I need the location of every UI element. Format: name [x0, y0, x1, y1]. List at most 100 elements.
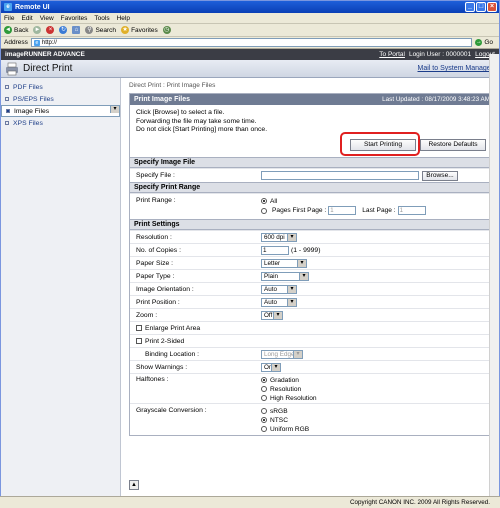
menu-tools[interactable]: Tools: [94, 15, 109, 22]
binding-row: Binding Location : Long Edge: [130, 347, 494, 360]
grayscale-ntsc-radio[interactable]: [261, 417, 267, 424]
menu-favorites[interactable]: Favorites: [61, 15, 88, 22]
breadcrumb-current: Print Image Files: [166, 82, 216, 89]
resolution-select[interactable]: 600 dpi: [261, 232, 297, 242]
bullet-icon: [5, 121, 9, 125]
minimize-button[interactable]: _: [465, 2, 475, 12]
zoom-row: Zoom : Off: [130, 308, 494, 321]
section-specify-file: Specify Image File: [130, 157, 494, 168]
halftone-high-resolution-radio[interactable]: [261, 395, 267, 402]
back-to-top-button[interactable]: ▲: [129, 480, 139, 490]
print-range-row: Print Range : All Pages First Page : 1 L…: [130, 193, 494, 219]
menu-view[interactable]: View: [40, 15, 54, 22]
forward-button[interactable]: ►: [33, 26, 42, 34]
copyright: Copyright CANON INC. 2009 All Rights Res…: [350, 499, 490, 506]
grayscale-uniform-rgb-radio[interactable]: [261, 426, 267, 433]
panel-title: Print Image Files: [134, 96, 191, 103]
info-line: Forwarding the file may take some time.: [136, 117, 257, 125]
binding-select[interactable]: Long Edge: [261, 349, 303, 359]
paper-size-row: Paper Size : Letter: [130, 256, 494, 269]
refresh-icon[interactable]: ↻: [59, 26, 68, 34]
stop-icon[interactable]: ×: [46, 26, 55, 34]
window-title: Remote UI: [15, 3, 50, 11]
warnings-select[interactable]: On: [261, 362, 281, 372]
last-page-input[interactable]: 1: [397, 206, 426, 215]
page-header: Direct Print Mail to System Manager: [1, 60, 499, 78]
toolbar: ◄ Back ► × ↻ ⌂ ⚲ Search ★ Favorites ◷: [1, 24, 499, 37]
paper-size-select[interactable]: Letter: [261, 258, 307, 268]
position-row: Print Position : Auto: [130, 295, 494, 308]
warnings-row: Show Warnings : On: [130, 360, 494, 373]
position-select[interactable]: Auto: [261, 297, 297, 307]
page-icon: e: [33, 39, 40, 46]
search-button[interactable]: ⚲ Search: [85, 26, 116, 34]
restore-defaults-button[interactable]: Restore Defaults: [420, 139, 486, 151]
enlarge-checkbox[interactable]: [136, 325, 142, 331]
print-range-options: All Pages First Page : 1 Last Page : 1: [261, 197, 426, 215]
halftone-resolution-radio[interactable]: [261, 386, 267, 393]
maximize-button[interactable]: □: [476, 2, 486, 12]
specify-file-label: Specify File :: [136, 172, 175, 179]
sidebar-item-image[interactable]: Image Files: [1, 105, 120, 117]
print-image-panel: Print Image Files Last Updated : 08/17/2…: [129, 93, 495, 436]
menu-help[interactable]: Help: [117, 15, 130, 22]
info-box: Click [Browse] to select a file. Forward…: [130, 105, 494, 157]
breadcrumb-direct-print[interactable]: Direct Print: [129, 82, 161, 89]
close-button[interactable]: ×: [487, 2, 497, 12]
print-range-label: Print Range :: [136, 197, 176, 204]
sidebar-item-pdf[interactable]: PDF Files: [1, 81, 120, 93]
to-portal-link[interactable]: To Portal: [379, 51, 405, 58]
copies-input[interactable]: 1: [261, 245, 289, 255]
browse-button[interactable]: Browse...: [422, 170, 458, 181]
sidebar-item-xps[interactable]: XPS Files: [1, 117, 120, 129]
address-input[interactable]: e http://: [30, 38, 473, 47]
specify-file-row: Specify File : Browse...: [130, 168, 494, 182]
info-line: Do not click [Start Printing] more than …: [136, 126, 268, 133]
go-arrow-icon: →: [475, 39, 483, 46]
menu-edit[interactable]: Edit: [21, 15, 32, 22]
range-all-radio[interactable]: [261, 198, 267, 205]
two-sided-checkbox[interactable]: [136, 338, 142, 344]
search-icon: ⚲: [85, 26, 94, 34]
panel-header: Print Image Files Last Updated : 08/17/2…: [130, 94, 494, 105]
title-bar: e Remote UI _ □ ×: [1, 1, 499, 13]
address-bar: Address e http:// → Go: [1, 37, 499, 49]
halftone-gradation-radio[interactable]: [261, 377, 267, 384]
bullet-icon: [6, 109, 10, 113]
menu-file[interactable]: File: [4, 15, 14, 22]
bullet-icon: [5, 97, 9, 101]
back-button[interactable]: ◄ Back: [4, 26, 28, 34]
mail-link[interactable]: Mail to System Manager: [418, 65, 493, 72]
main-panel: Direct Print : Print Image Files Print I…: [121, 78, 499, 496]
history-icon[interactable]: ◷: [162, 26, 171, 34]
file-path-input[interactable]: [261, 171, 419, 180]
vertical-scrollbar[interactable]: [489, 54, 499, 496]
printer-icon: [6, 62, 18, 75]
back-arrow-icon: ◄: [4, 26, 12, 34]
grayscale-srgb-radio[interactable]: [261, 408, 267, 415]
highlight-ring: [340, 132, 420, 156]
paper-type-row: Paper Type : Plain: [130, 269, 494, 282]
sidebar: PDF Files PS/EPS Files Image Files XPS F…: [1, 78, 121, 496]
breadcrumb: Direct Print : Print Image Files: [129, 82, 216, 89]
first-page-input[interactable]: 1: [328, 206, 357, 215]
section-print-range: Specify Print Range: [130, 182, 494, 193]
login-user: Login User : 0000001: [408, 51, 472, 58]
halftones-row: Halftones : Gradation Resolution High Re…: [130, 373, 494, 403]
bullet-icon: [5, 85, 9, 89]
zoom-select[interactable]: Off: [261, 310, 283, 320]
grayscale-row: Grayscale Conversion : sRGB NTSC Uniform…: [130, 403, 494, 435]
ie-icon: e: [4, 3, 12, 11]
address-label: Address: [4, 39, 28, 46]
resolution-row: Resolution :600 dpi: [130, 230, 494, 243]
range-pages-radio[interactable]: [261, 207, 267, 214]
sidebar-item-ps-eps[interactable]: PS/EPS Files: [1, 93, 120, 105]
go-button[interactable]: → Go: [475, 39, 493, 46]
info-line: Click [Browse] to select a file.: [136, 109, 225, 116]
orientation-select[interactable]: Auto: [261, 284, 297, 294]
favorites-button[interactable]: ★ Favorites: [121, 26, 158, 34]
app-header: imageRUNNER ADVANCE To Portal Login User…: [1, 49, 499, 60]
page-title: Direct Print: [23, 63, 73, 74]
paper-type-select[interactable]: Plain: [261, 271, 309, 281]
home-icon[interactable]: ⌂: [72, 26, 81, 34]
